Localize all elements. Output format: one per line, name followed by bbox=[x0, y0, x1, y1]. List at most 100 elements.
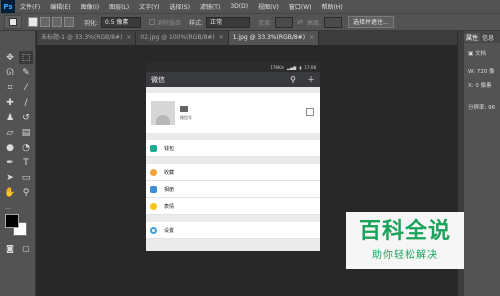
watermark-logo: 百科全说 助你轻松解决 bbox=[346, 212, 464, 269]
path-select-icon[interactable]: ➤ bbox=[3, 171, 17, 184]
favorites-icon bbox=[150, 168, 157, 176]
antialias-checkbox[interactable]: 消除锯齿 bbox=[149, 18, 181, 27]
menu-edit[interactable]: 编辑(E) bbox=[45, 2, 75, 11]
menu-label: 收藏 bbox=[164, 169, 175, 176]
screen-mode-icon[interactable]: ▢ bbox=[19, 242, 33, 255]
photoshop-window: Ps 文件(F) 编辑(E) 图像(I) 图层(L) 文字(Y) 选择(S) 滤… bbox=[0, 0, 500, 296]
close-icon[interactable]: × bbox=[309, 31, 314, 45]
tab-02-jpg[interactable]: 02.jpg @ 100%(RGB/8#) × bbox=[136, 31, 229, 45]
document-row: ▣ 文档 bbox=[464, 49, 500, 57]
swap-icon[interactable]: ⇄ bbox=[297, 18, 303, 26]
panel-tabs: 属性 信息 bbox=[464, 31, 500, 43]
selection-modes bbox=[28, 17, 76, 27]
history-brush-icon[interactable]: ↺ bbox=[19, 111, 33, 124]
menu-layer[interactable]: 图层(L) bbox=[104, 2, 134, 11]
document-icon: ▣ bbox=[468, 51, 475, 57]
menu-select[interactable]: 选择(S) bbox=[164, 2, 195, 11]
menu-3d[interactable]: 3D(D) bbox=[225, 3, 253, 10]
menu-image[interactable]: 图像(I) bbox=[76, 2, 104, 11]
eyedropper-tool-icon[interactable]: ⁄ bbox=[19, 81, 33, 94]
avatar bbox=[151, 101, 175, 125]
menu-label: 钱包 bbox=[164, 145, 175, 152]
height-label: 高度: bbox=[306, 19, 322, 27]
x-value: 0 像素 bbox=[475, 83, 492, 89]
stickers-icon bbox=[150, 202, 157, 210]
type-tool-icon[interactable]: T bbox=[19, 156, 33, 169]
menu-settings: 设置 bbox=[146, 222, 320, 239]
checkbox-box bbox=[149, 19, 156, 25]
gradient-tool-icon[interactable]: ▤ bbox=[19, 126, 33, 139]
height-input[interactable] bbox=[324, 16, 343, 28]
wechat-id: 微信号 bbox=[180, 114, 192, 120]
document-tabs: 未标题-1 @ 33.3%(RGB/8#) × 02.jpg @ 100%(RG… bbox=[37, 31, 457, 45]
crop-tool-icon[interactable]: ⌗ bbox=[3, 81, 17, 94]
clock: 17:08 bbox=[304, 64, 316, 70]
menu-label: 表情 bbox=[164, 203, 175, 210]
stamp-tool-icon[interactable]: ♟ bbox=[3, 111, 17, 124]
new-selection-button[interactable] bbox=[28, 17, 38, 27]
antialias-label: 消除锯齿 bbox=[157, 19, 182, 27]
x-row: X: 0 像素 bbox=[464, 81, 500, 89]
album-icon bbox=[150, 185, 157, 193]
w-value: 720 像 bbox=[476, 69, 495, 75]
marquee-tool-icon[interactable]: ⬚ bbox=[19, 51, 33, 64]
lasso-tool-icon[interactable]: ᘏ bbox=[3, 66, 17, 79]
marquee-tool-icon bbox=[9, 18, 17, 26]
feather-input[interactable]: 0.5 像素 bbox=[101, 16, 142, 28]
blur-tool-icon[interactable]: ● bbox=[3, 141, 17, 154]
w-label: W: bbox=[468, 69, 475, 75]
intersect-selection-button[interactable] bbox=[64, 17, 74, 27]
wechat-title: 微信 bbox=[151, 75, 165, 84]
dodge-tool-icon[interactable]: ◔ bbox=[19, 141, 33, 154]
menu-view[interactable]: 视图(V) bbox=[253, 2, 284, 11]
menu-file[interactable]: 文件(F) bbox=[15, 2, 45, 11]
profile-info: 微信号 bbox=[180, 105, 192, 121]
close-icon[interactable]: × bbox=[219, 31, 224, 45]
hand-tool-icon[interactable]: ✋ bbox=[3, 186, 17, 199]
document-image[interactable]: 176K/s ▂▄▆ ▮ 17:08 微信 ⚲ ＋ 微信号 钱包 收藏 相册 表… bbox=[146, 62, 320, 251]
resolution: 分辨率: 96 bbox=[468, 105, 496, 111]
tab-untitled[interactable]: 未标题-1 @ 33.3%(RGB/8#) × bbox=[37, 31, 137, 45]
eraser-tool-icon[interactable]: ▱ bbox=[3, 126, 17, 139]
phone-status-bar: 176K/s ▂▄▆ ▮ 17:08 bbox=[146, 62, 320, 72]
wallet-icon bbox=[150, 144, 157, 152]
divider bbox=[146, 215, 320, 222]
move-tool-icon[interactable]: ✥ bbox=[3, 51, 17, 64]
width-label: 宽度: bbox=[258, 19, 273, 27]
properties-panel: 属性 信息 ▣ 文档 W: 720 像 X: 0 像素 分辨率: 96 bbox=[464, 31, 500, 296]
pen-tool-icon[interactable]: ✒ bbox=[3, 156, 17, 169]
tab-1-jpg[interactable]: 1.jpg @ 33.3%(RGB/8#) × bbox=[228, 31, 320, 45]
shape-tool-icon[interactable]: ▭ bbox=[19, 171, 33, 184]
profile-name bbox=[180, 105, 188, 112]
menu-type[interactable]: 文字(Y) bbox=[134, 2, 164, 11]
menu-album: 相册 bbox=[146, 181, 320, 198]
menu-wallet: 钱包 bbox=[146, 140, 320, 157]
menu-filter[interactable]: 滤镜(T) bbox=[195, 2, 225, 11]
brush-tool-icon[interactable]: ∕ bbox=[19, 96, 33, 109]
menu-label: 设置 bbox=[164, 227, 175, 234]
select-and-mask-button[interactable]: 选择并遮住... bbox=[348, 16, 394, 28]
plus-icon: ＋ bbox=[307, 75, 315, 84]
healing-brush-icon[interactable]: ✚ bbox=[3, 96, 17, 109]
network-speed: 176K/s bbox=[270, 64, 285, 70]
tool-preset-picker[interactable] bbox=[4, 15, 22, 29]
tab-label: 未标题-1 @ 33.3%(RGB/8#) bbox=[41, 34, 123, 41]
divider bbox=[146, 133, 320, 140]
close-icon[interactable]: × bbox=[126, 31, 131, 45]
style-select[interactable]: 正常 bbox=[206, 16, 251, 28]
menu-window[interactable]: 窗口(W) bbox=[284, 2, 317, 11]
quick-mask-icon[interactable]: ◙ bbox=[3, 242, 17, 255]
add-selection-button[interactable] bbox=[40, 17, 50, 27]
quick-select-tool-icon[interactable]: ✎ bbox=[19, 66, 33, 79]
menu-help[interactable]: 帮助(H) bbox=[317, 2, 348, 11]
subtract-selection-button[interactable] bbox=[52, 17, 62, 27]
tab-properties[interactable]: 属性 bbox=[464, 32, 481, 42]
tab-info[interactable]: 信息 bbox=[480, 33, 496, 42]
zoom-tool-icon[interactable]: ⚲ bbox=[19, 186, 33, 199]
wechat-header: 微信 ⚲ ＋ bbox=[146, 72, 320, 87]
width-input[interactable] bbox=[275, 16, 294, 28]
foreground-color-front bbox=[5, 214, 19, 228]
x-label: X: bbox=[468, 83, 474, 89]
qr-code-icon bbox=[306, 108, 314, 116]
ps-logo: Ps bbox=[1, 0, 15, 13]
